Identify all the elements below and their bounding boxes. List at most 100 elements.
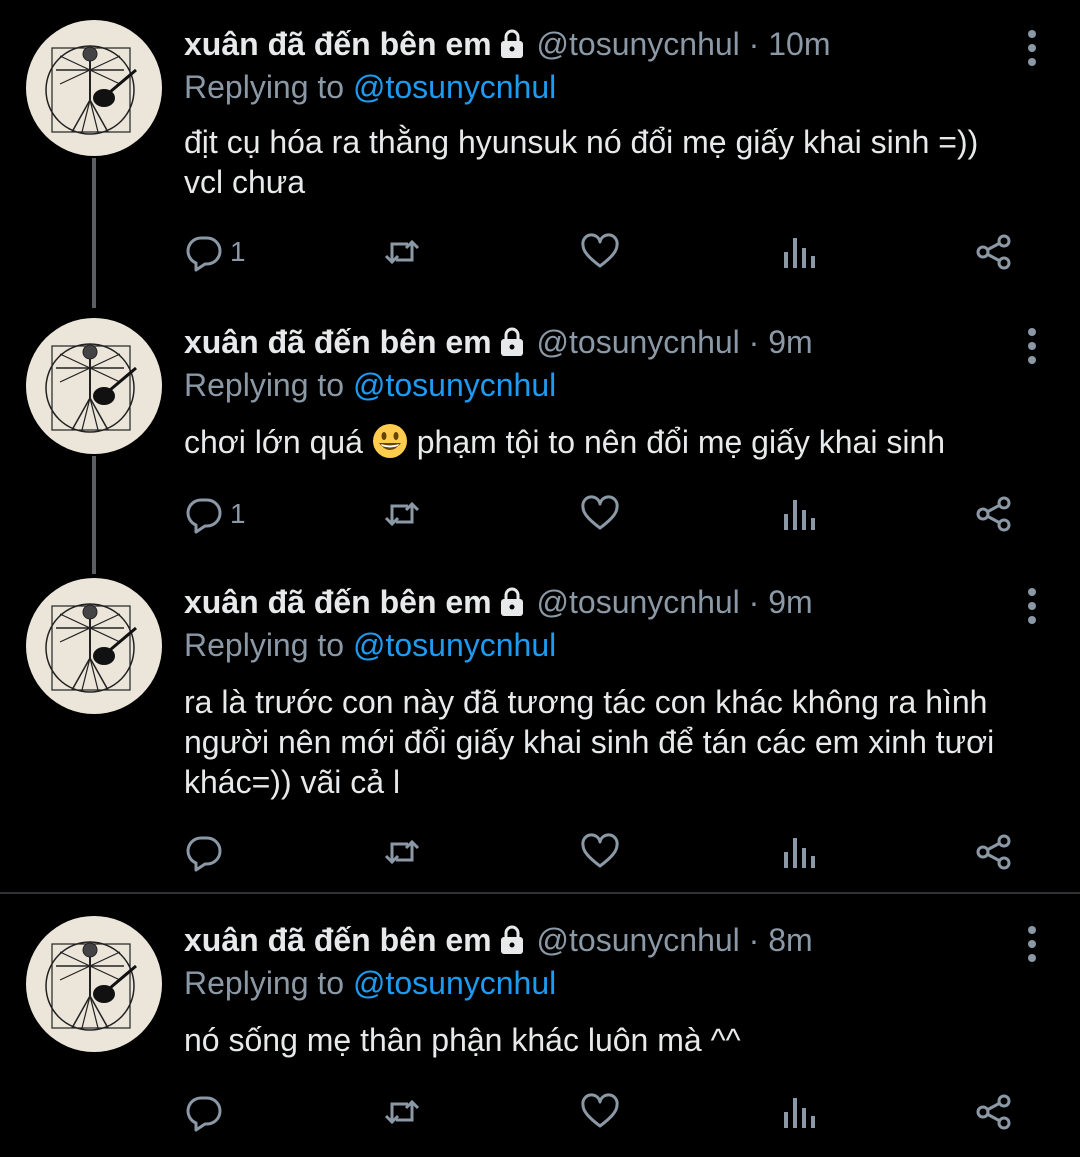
tweet-text-line: người nên mới đổi giấy khai sinh để tán …: [184, 724, 995, 760]
reply-icon: [184, 832, 224, 872]
avatar[interactable]: [26, 578, 162, 714]
separator-dot: ·: [748, 922, 760, 958]
avatar[interactable]: [26, 20, 162, 156]
retweet-button[interactable]: [382, 230, 422, 274]
share-icon: [974, 1092, 1014, 1132]
replying-label: Replying to: [184, 627, 345, 663]
display-name[interactable]: xuân đã đến bên em: [184, 922, 492, 958]
thread-connector: [92, 456, 96, 574]
like-button[interactable]: [580, 1090, 620, 1134]
lock-icon: [498, 924, 526, 964]
retweet-icon: [382, 1092, 422, 1132]
analytics-icon: [778, 832, 818, 872]
replying-label: Replying to: [184, 69, 345, 105]
analytics-icon: [778, 232, 818, 272]
retweet-icon: [382, 832, 422, 872]
timestamp[interactable]: 10m: [768, 26, 830, 62]
tweet-text: địt cụ hóa ra thằng hyunsuk nó đổi mẹ gi…: [184, 122, 1034, 202]
tweet-text-line: địt cụ hóa ra thằng hyunsuk nó đổi mẹ gi…: [184, 124, 979, 160]
handle[interactable]: @tosunycnhul: [537, 922, 740, 958]
share-button[interactable]: [974, 1090, 1014, 1134]
share-button[interactable]: [974, 492, 1014, 536]
tweet-text: ra là trước con này đã tương tác con khá…: [184, 682, 1034, 802]
reply-button[interactable]: 1: [184, 492, 246, 536]
avatar[interactable]: [26, 916, 162, 1052]
reply-mention[interactable]: @tosunycnhul: [353, 965, 556, 1001]
replying-to: Replying to @tosunycnhul: [184, 66, 556, 108]
timestamp[interactable]: 9m: [768, 324, 812, 360]
action-bar: 1: [184, 230, 1034, 274]
tweet-text-line: ra là trước con này đã tương tác con khá…: [184, 684, 988, 720]
tweet-header: xuân đã đến bên em @tosunycnhul · 9m: [184, 582, 813, 626]
reply-button[interactable]: [184, 1090, 230, 1134]
tweet[interactable]: xuân đã đến bên em @tosunycnhul · 9m Rep…: [0, 558, 1080, 892]
action-bar: [184, 830, 1034, 874]
display-name[interactable]: xuân đã đến bên em: [184, 26, 492, 62]
replying-to: Replying to @tosunycnhul: [184, 962, 556, 1004]
reply-button[interactable]: 1: [184, 230, 246, 274]
handle[interactable]: @tosunycnhul: [537, 324, 740, 360]
reply-icon: [184, 232, 224, 272]
like-button[interactable]: [580, 830, 620, 874]
share-icon: [974, 232, 1014, 272]
like-icon: [580, 832, 620, 872]
separator-dot: ·: [748, 26, 760, 62]
reply-mention[interactable]: @tosunycnhul: [353, 69, 556, 105]
tweet[interactable]: xuân đã đến bên em @tosunycnhul · 10m Re…: [0, 0, 1080, 310]
share-icon: [974, 494, 1014, 534]
tweet[interactable]: xuân đã đến bên em @tosunycnhul · 9m Rep…: [0, 298, 1080, 574]
share-icon: [974, 832, 1014, 872]
reply-count: 1: [230, 498, 246, 529]
share-button[interactable]: [974, 230, 1014, 274]
lock-icon: [498, 28, 526, 68]
tweet-text-line: nó sống mẹ thân phận khác luôn mà ^^: [184, 1022, 741, 1058]
tweet-text-line: khác=)) vãi cả l: [184, 764, 401, 800]
replying-to: Replying to @tosunycnhul: [184, 364, 556, 406]
analytics-button[interactable]: [778, 230, 818, 274]
lock-icon: [498, 326, 526, 366]
action-bar: 1: [184, 492, 1034, 536]
like-icon: [580, 494, 620, 534]
reply-mention[interactable]: @tosunycnhul: [353, 627, 556, 663]
more-vertical-icon[interactable]: [1024, 326, 1040, 366]
tweet-text: chơi lớn quá phạm tội to nên đổi mẹ giấy…: [184, 422, 1034, 462]
analytics-button[interactable]: [778, 1090, 818, 1134]
replying-label: Replying to: [184, 965, 345, 1001]
analytics-button[interactable]: [778, 492, 818, 536]
reply-count: 1: [230, 236, 246, 267]
reply-icon: [184, 1092, 224, 1132]
analytics-icon: [778, 494, 818, 534]
reply-button[interactable]: [184, 830, 230, 874]
tweet-header: xuân đã đến bên em @tosunycnhul · 10m: [184, 24, 830, 68]
analytics-button[interactable]: [778, 830, 818, 874]
display-name[interactable]: xuân đã đến bên em: [184, 584, 492, 620]
tweet-text: nó sống mẹ thân phận khác luôn mà ^^: [184, 1020, 1034, 1060]
like-button[interactable]: [580, 492, 620, 536]
like-button[interactable]: [580, 230, 620, 274]
divider: [0, 892, 1080, 894]
thread-connector: [92, 158, 96, 308]
retweet-button[interactable]: [382, 492, 422, 536]
timestamp[interactable]: 8m: [768, 922, 812, 958]
more-vertical-icon[interactable]: [1024, 586, 1040, 626]
like-icon: [580, 232, 620, 272]
timestamp[interactable]: 9m: [768, 584, 812, 620]
handle[interactable]: @tosunycnhul: [537, 584, 740, 620]
handle[interactable]: @tosunycnhul: [537, 26, 740, 62]
separator-dot: ·: [748, 324, 760, 360]
retweet-icon: [382, 232, 422, 272]
retweet-button[interactable]: [382, 830, 422, 874]
tweet-text-part: chơi lớn quá: [184, 424, 363, 460]
lock-icon: [498, 586, 526, 626]
more-vertical-icon[interactable]: [1024, 28, 1040, 68]
tweet-header: xuân đã đến bên em @tosunycnhul · 8m: [184, 920, 813, 964]
reply-mention[interactable]: @tosunycnhul: [353, 367, 556, 403]
tweet[interactable]: xuân đã đến bên em @tosunycnhul · 8m Rep…: [0, 896, 1080, 1157]
retweet-button[interactable]: [382, 1090, 422, 1134]
share-button[interactable]: [974, 830, 1014, 874]
replying-to: Replying to @tosunycnhul: [184, 624, 556, 666]
tweet-header: xuân đã đến bên em @tosunycnhul · 9m: [184, 322, 813, 366]
more-vertical-icon[interactable]: [1024, 924, 1040, 964]
avatar[interactable]: [26, 318, 162, 454]
display-name[interactable]: xuân đã đến bên em: [184, 324, 492, 360]
